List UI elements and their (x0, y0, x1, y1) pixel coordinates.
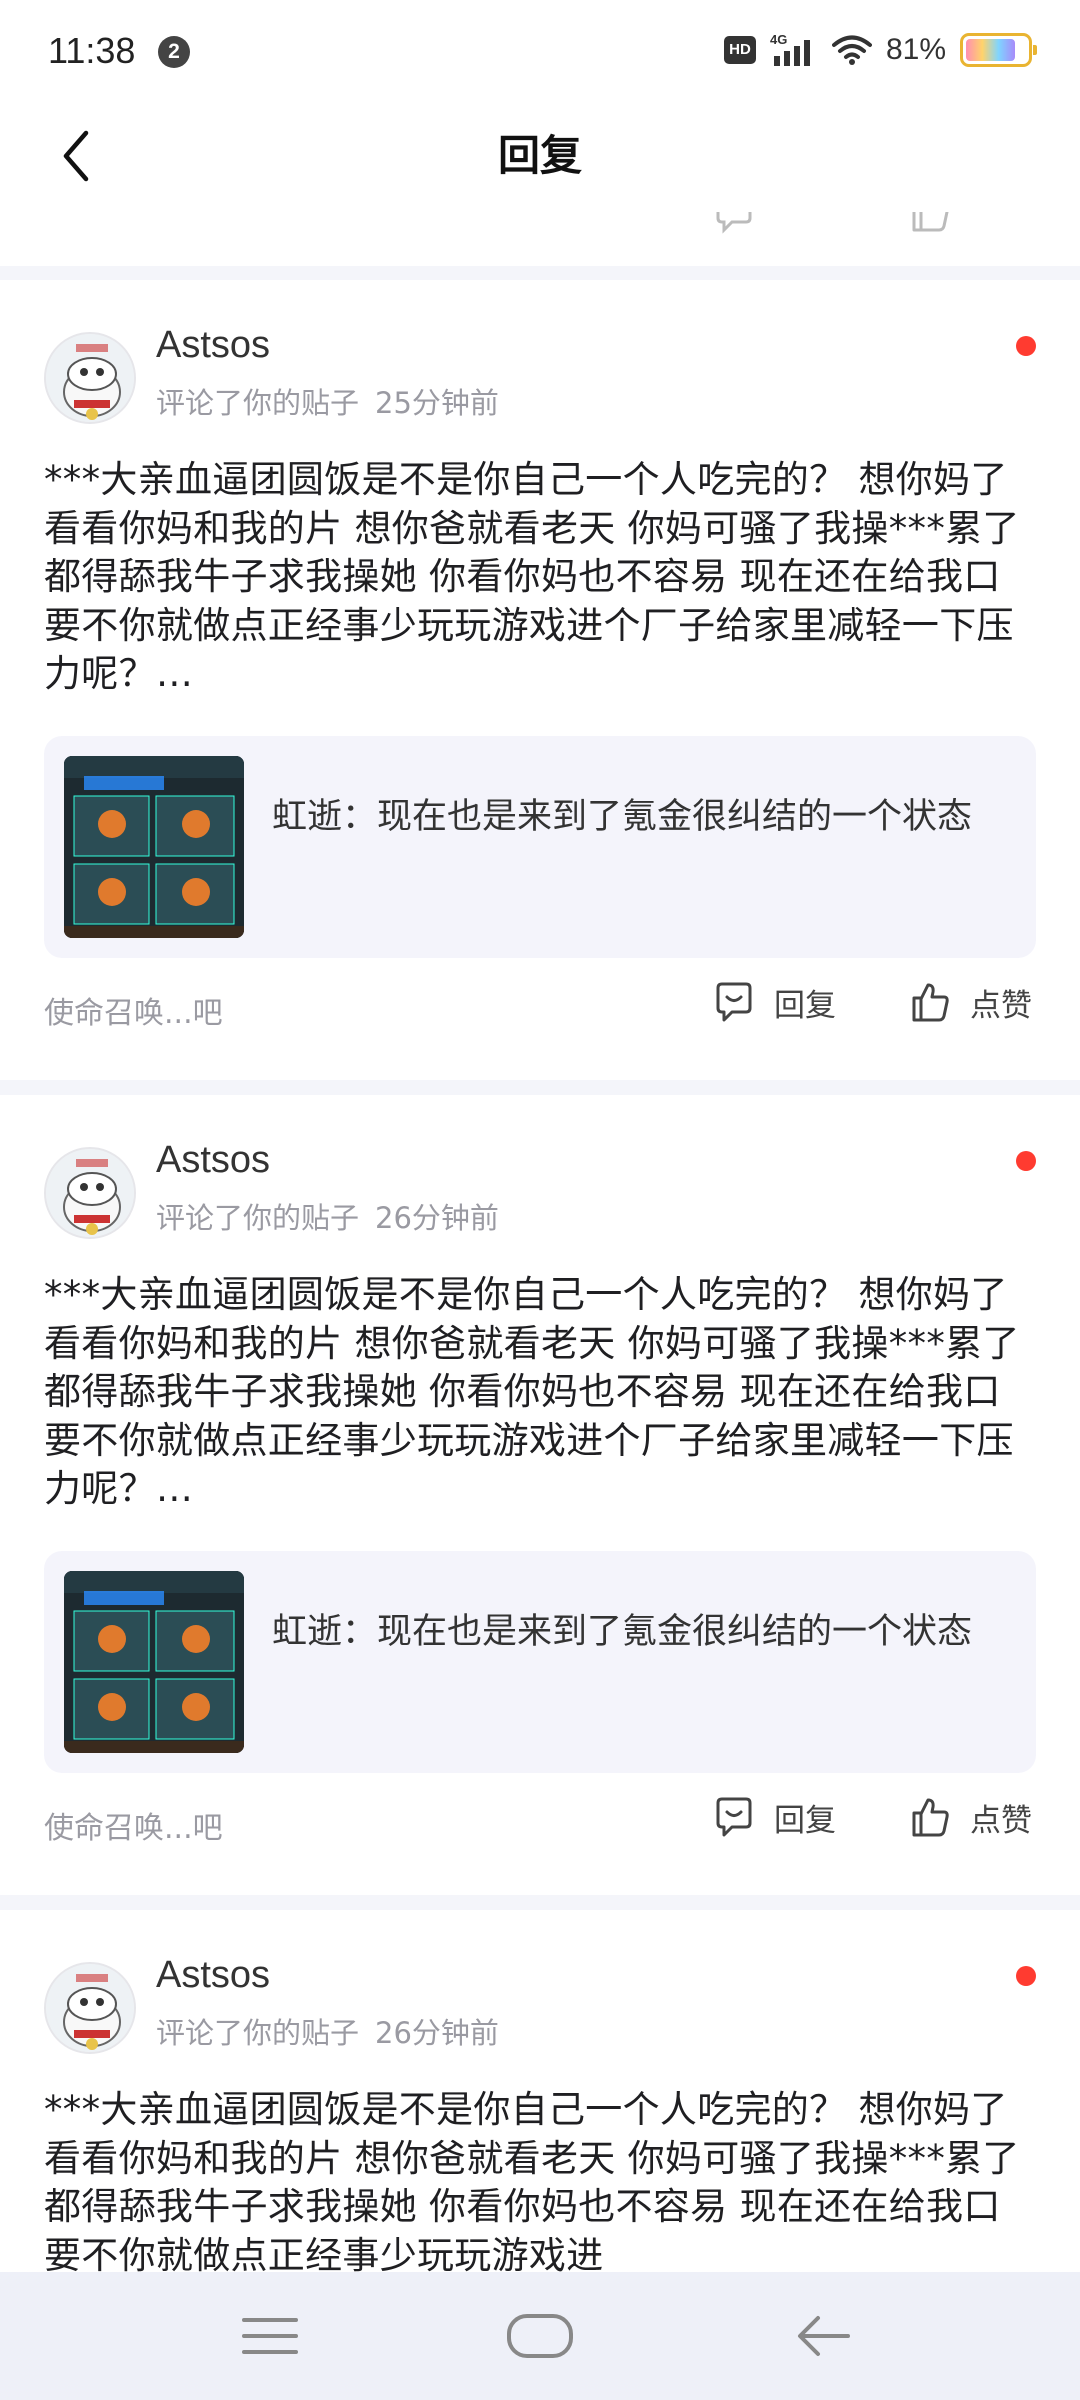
notification-card[interactable]: Astsos 评论了你的贴子 26分钟前 ***大亲血逼团圆饭是不是你自己一个人吃… (0, 1095, 1080, 1895)
quoted-post[interactable]: 虹逝：现在也是来到了氪金很纠结的一个状态 (44, 1551, 1036, 1773)
comment-meta: 评论了你的贴子 25分钟前 (156, 380, 515, 422)
battery-icon (960, 33, 1037, 67)
unread-dot (1016, 336, 1036, 356)
status-bar: 11:38 2 HD 4G 81% (0, 0, 1080, 100)
nav-back-button[interactable] (764, 2300, 884, 2372)
back-arrow-icon (798, 2316, 850, 2356)
action-text: 评论了你的贴子 (156, 1201, 360, 1235)
svg-text:4G: 4G (770, 32, 787, 47)
reply-icon (716, 212, 752, 234)
reply-button[interactable]: 回复 (712, 970, 836, 1034)
page-title: 回复 (497, 131, 582, 180)
quoted-post-thumbnail (64, 1571, 244, 1753)
reply-label: 回复 (774, 1802, 836, 1839)
menu-icon (242, 2318, 298, 2354)
username[interactable]: Astsos (156, 324, 270, 367)
quoted-post-text: 虹逝：现在也是来到了氪金很纠结的一个状态 (272, 1612, 973, 1652)
thumb-up-icon (912, 983, 949, 1022)
reply-button[interactable]: 回复 (712, 1785, 836, 1849)
like-button[interactable]: 点赞 (908, 970, 1032, 1034)
like-label: 点赞 (970, 1802, 1032, 1839)
reply-icon (716, 1797, 752, 1837)
home-icon (507, 2314, 573, 2358)
status-icons: HD 4G 81% (723, 30, 1037, 70)
wifi-icon (831, 35, 872, 65)
quoted-post[interactable]: 虹逝：现在也是来到了氪金很纠结的一个状态 (44, 736, 1036, 958)
avatar[interactable] (44, 1962, 136, 2054)
quoted-post-thumbnail (64, 756, 244, 938)
username[interactable]: Astsos (156, 1139, 270, 1182)
cellular-signal-icon: 4G (770, 32, 810, 66)
avatar-image (46, 1964, 134, 2052)
notification-count-badge: 2 (158, 36, 190, 68)
app-header: 回复 (0, 100, 1080, 212)
comment-meta: 评论了你的贴子 26分钟前 (156, 2010, 515, 2052)
like-label: 点赞 (970, 987, 1032, 1024)
timestamp: 25分钟前 (375, 386, 499, 420)
comment-meta: 评论了你的贴子 26分钟前 (156, 1195, 515, 1237)
avatar[interactable] (44, 332, 136, 424)
username[interactable]: Astsos (156, 1954, 270, 1997)
quoted-post-text: 虹逝：现在也是来到了氪金很纠结的一个状态 (272, 797, 973, 837)
timestamp: 26分钟前 (375, 2016, 499, 2050)
avatar[interactable] (44, 1147, 136, 1239)
like-button[interactable]: 点赞 (908, 1785, 1032, 1849)
forum-source-link[interactable]: 使命召唤...吧 (44, 988, 223, 1032)
comment-text[interactable]: ***大亲血逼团圆饭是不是你自己一个人吃完的？ 想你妈了看看你妈和我的片 想你爸… (44, 2086, 1040, 2272)
comment-text[interactable]: ***大亲血逼团圆饭是不是你自己一个人吃完的？ 想你妈了看看你妈和我的片 想你爸… (44, 456, 1040, 699)
avatar-image (46, 334, 134, 422)
notification-card[interactable]: Astsos 评论了你的贴子 25分钟前 ***大亲血逼团圆饭是不是你自己一个人吃… (0, 280, 1080, 1080)
unread-dot (1016, 1966, 1036, 1986)
timestamp: 26分钟前 (375, 1201, 499, 1235)
reply-label: 回复 (774, 987, 836, 1024)
avatar-image (46, 1149, 134, 1237)
reply-icon (716, 982, 752, 1022)
thumb-up-icon (912, 212, 949, 232)
thumb-up-icon (912, 1798, 949, 1837)
action-text: 评论了你的贴子 (156, 386, 360, 420)
menu-button[interactable] (210, 2300, 330, 2372)
forum-source-link[interactable]: 使命召唤...吧 (44, 1803, 223, 1847)
battery-percent: 81% (885, 33, 946, 66)
notification-card[interactable]: Astsos 评论了你的贴子 26分钟前 ***大亲血逼团圆饭是不是你自己一个人吃… (0, 1910, 1080, 2272)
system-nav-bar (0, 2272, 1080, 2400)
home-button[interactable] (480, 2300, 600, 2372)
unread-dot (1016, 1151, 1036, 1171)
previous-card-partial (0, 212, 1080, 266)
status-time: 11:38 (48, 30, 136, 71)
hd-icon: HD (723, 36, 756, 64)
comment-text[interactable]: ***大亲血逼团圆饭是不是你自己一个人吃完的？ 想你妈了看看你妈和我的片 想你爸… (44, 1271, 1040, 1514)
action-text: 评论了你的贴子 (156, 2016, 360, 2050)
